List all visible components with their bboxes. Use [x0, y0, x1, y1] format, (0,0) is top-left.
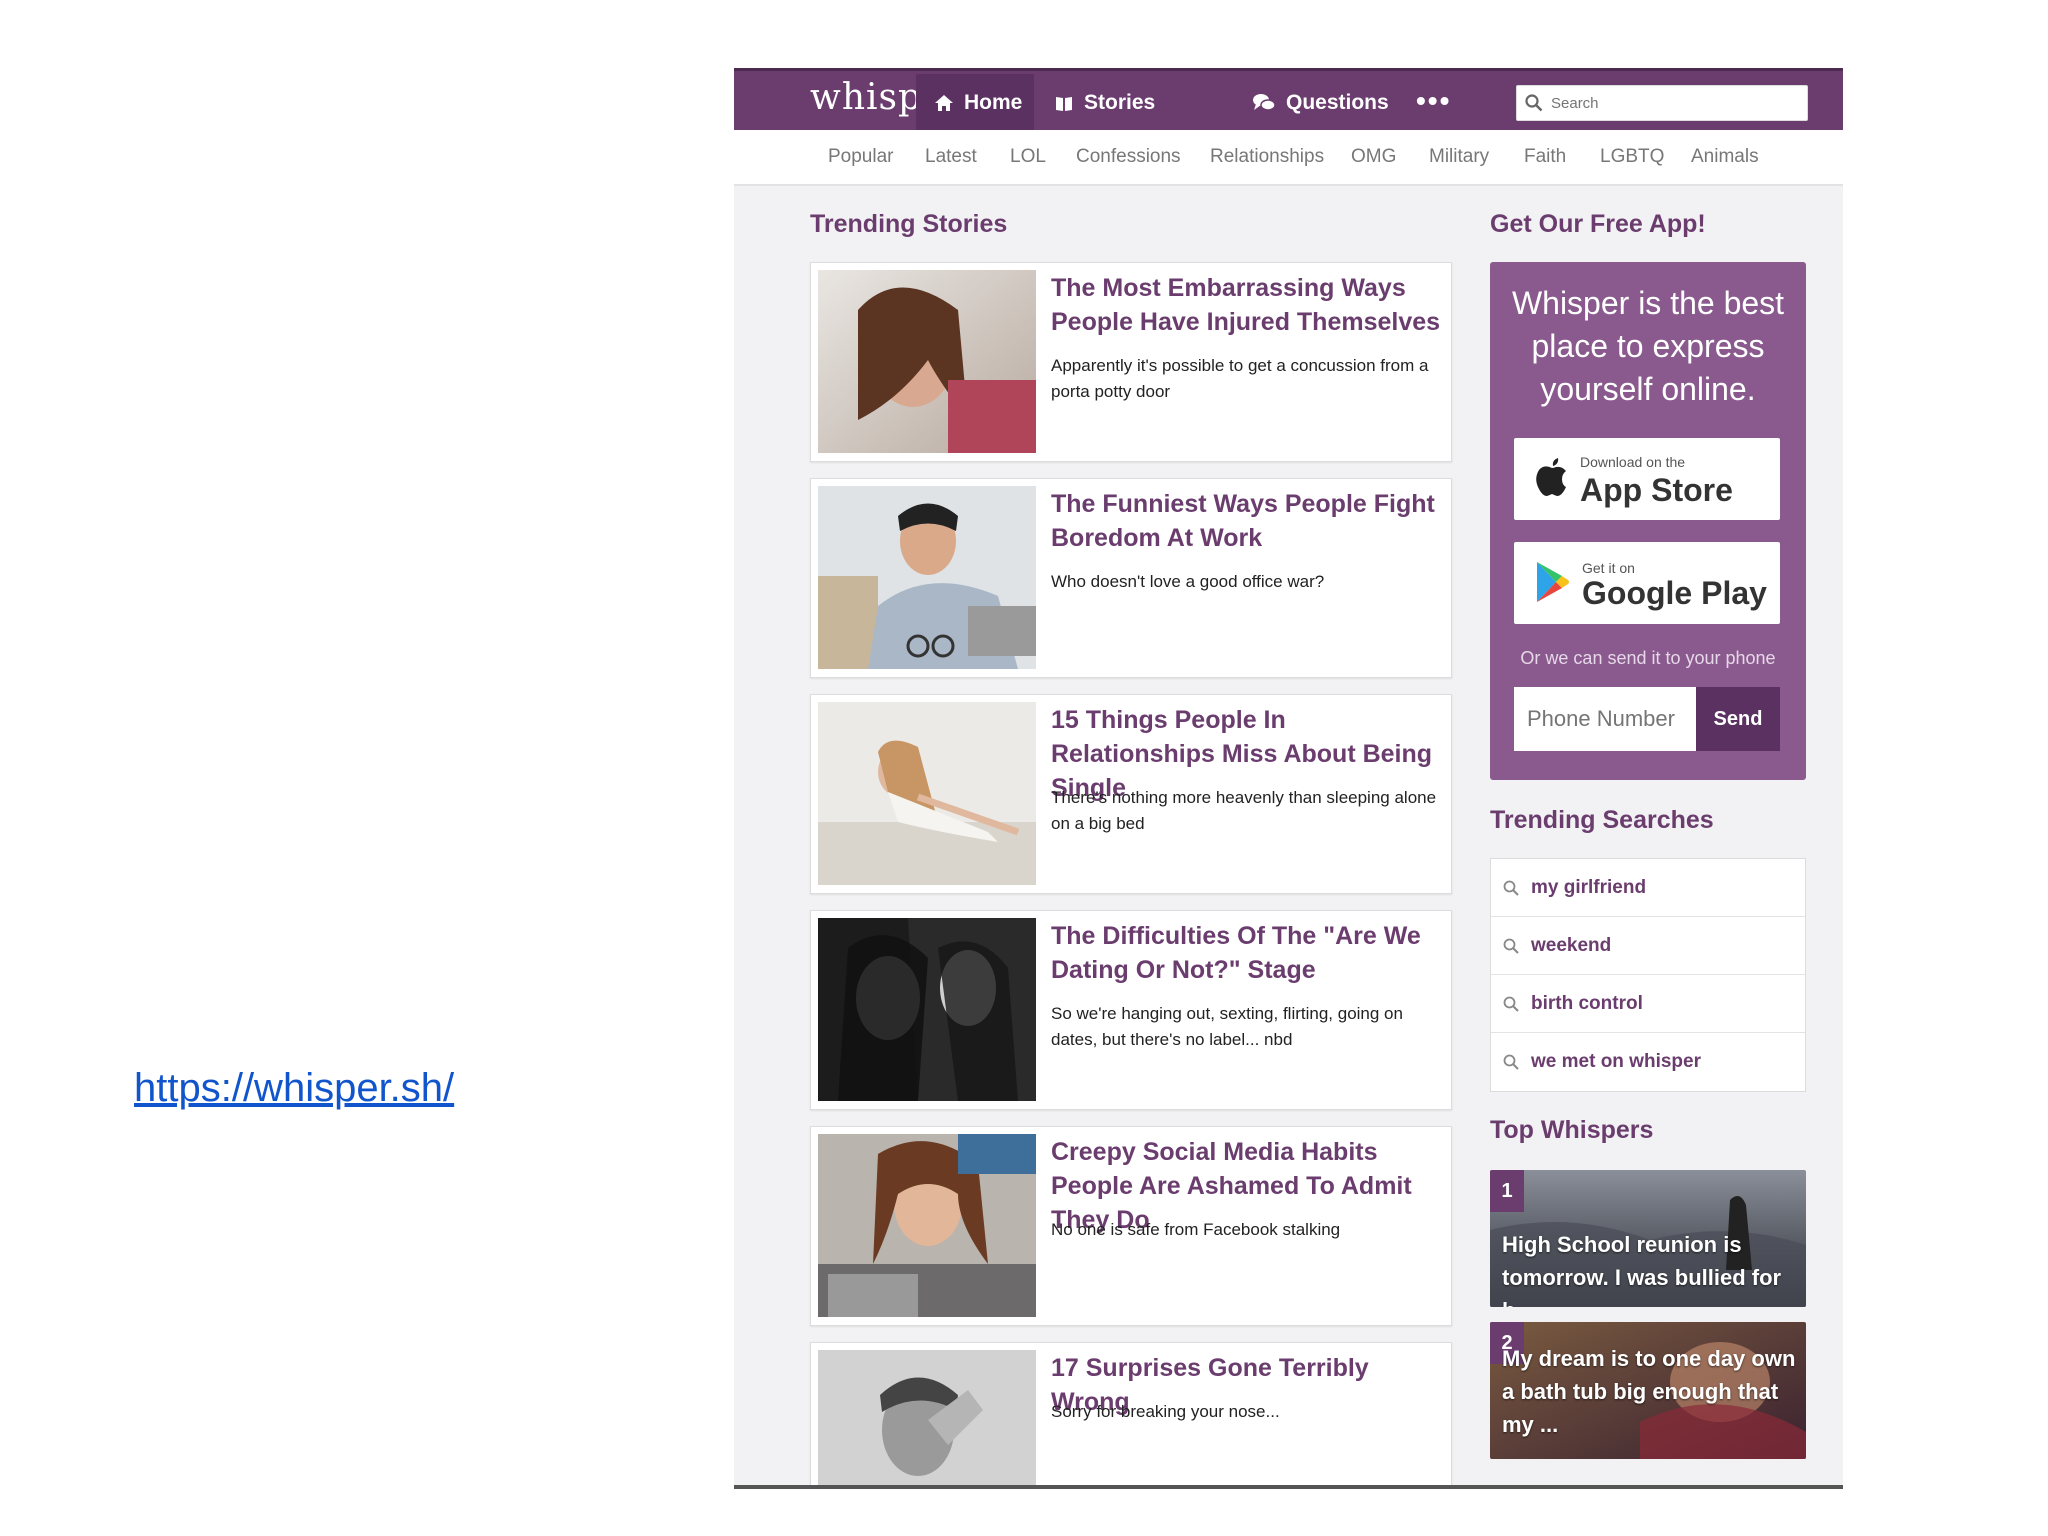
- search-box[interactable]: [1516, 85, 1808, 121]
- story-card[interactable]: The Difficulties Of The "Are We Dating O…: [810, 910, 1452, 1110]
- search-icon: [1503, 938, 1519, 954]
- story-thumbnail: [818, 1350, 1036, 1485]
- category-bar: Popular Latest LOL Confessions Relations…: [734, 130, 1843, 186]
- story-title[interactable]: The Funniest Ways People Fight Boredom A…: [1051, 487, 1441, 555]
- google-play-icon: [1537, 562, 1569, 602]
- category-lgbtq[interactable]: LGBTQ: [1600, 146, 1664, 168]
- trending-search-label: weekend: [1531, 934, 1612, 956]
- send-to-phone-text: Or we can send it to your phone: [1520, 648, 1776, 668]
- story-card[interactable]: The Most Embarrassing Ways People Have I…: [810, 262, 1452, 462]
- phone-number-input[interactable]: [1514, 687, 1696, 751]
- google-play-small-text: Get it on: [1582, 560, 1635, 576]
- trending-search-label: my girlfriend: [1531, 876, 1647, 898]
- story-description: Who doesn't love a good office war?: [1051, 572, 1325, 591]
- app-store-button[interactable]: Download on the App Store: [1514, 438, 1780, 520]
- category-military[interactable]: Military: [1429, 146, 1489, 168]
- top-whispers-heading: Top Whispers: [1490, 1116, 1654, 1144]
- app-promo-headline: Whisper is the best place to express you…: [1511, 285, 1785, 407]
- story-thumbnail: [818, 1134, 1036, 1317]
- story-thumbnail: [818, 486, 1036, 669]
- trending-searches-heading: Trending Searches: [1490, 806, 1714, 834]
- search-input[interactable]: [1549, 93, 1793, 113]
- app-promo-box: Whisper is the best place to express you…: [1490, 262, 1806, 780]
- trending-search-item[interactable]: my girlfriend: [1491, 859, 1805, 917]
- nav-tab-stories[interactable]: Stories: [1054, 74, 1155, 131]
- story-description: Apparently it's possible to get a concus…: [1051, 356, 1429, 401]
- app-store-small-text: Download on the: [1580, 454, 1686, 470]
- story-description: No one is safe from Facebook stalking: [1051, 1220, 1341, 1239]
- chat-bubbles-icon: [1253, 93, 1276, 111]
- app-store-big-text: App Store: [1580, 472, 1733, 508]
- whisper-screenshot: whisper Home Stories Questions ••• Popul…: [734, 68, 1843, 1489]
- category-popular[interactable]: Popular: [828, 146, 894, 168]
- category-animals[interactable]: Animals: [1691, 146, 1759, 168]
- nav-tab-questions[interactable]: Questions: [1252, 74, 1389, 131]
- google-play-big-text: Google Play: [1582, 575, 1767, 611]
- get-app-heading: Get Our Free App!: [1490, 210, 1706, 238]
- trending-search-label: birth control: [1531, 992, 1643, 1014]
- top-whisper-card[interactable]: 1 High School reunion is tomorrow. I was…: [1490, 1170, 1806, 1307]
- story-card[interactable]: The Funniest Ways People Fight Boredom A…: [810, 478, 1452, 678]
- whisper-text: High School reunion is tomorrow. I was b…: [1502, 1232, 1782, 1307]
- more-menu-icon[interactable]: •••: [1416, 85, 1451, 117]
- trending-search-item[interactable]: birth control: [1491, 975, 1805, 1033]
- google-play-button[interactable]: Get it on Google Play: [1514, 542, 1780, 624]
- nav-tab-label: Home: [964, 90, 1023, 114]
- nav-tab-label: Questions: [1286, 90, 1389, 114]
- nav-tab-home[interactable]: Home: [916, 74, 1034, 131]
- category-lol[interactable]: LOL: [1010, 146, 1046, 168]
- trending-search-item[interactable]: we met on whisper: [1491, 1033, 1805, 1090]
- top-nav-bar: whisper Home Stories Questions •••: [734, 68, 1843, 131]
- send-button[interactable]: Send: [1696, 687, 1780, 751]
- story-description: There's nothing more heavenly than sleep…: [1051, 788, 1437, 833]
- apple-icon: [1536, 458, 1566, 496]
- story-title[interactable]: The Most Embarrassing Ways People Have I…: [1051, 271, 1441, 339]
- search-icon: [1525, 94, 1543, 112]
- story-card[interactable]: Creepy Social Media Habits People Are As…: [810, 1126, 1452, 1326]
- trending-searches-list: my girlfriend weekend birth control we m…: [1490, 858, 1806, 1092]
- home-icon: [935, 94, 953, 111]
- trending-search-label: we met on whisper: [1531, 1050, 1701, 1072]
- trending-stories-heading: Trending Stories: [810, 210, 1008, 238]
- top-whisper-card[interactable]: 2 My dream is to one day own a bath tub …: [1490, 1322, 1806, 1459]
- trending-search-item[interactable]: weekend: [1491, 917, 1805, 975]
- whisper-rank: 1: [1490, 1170, 1524, 1212]
- story-thumbnail: [818, 270, 1036, 453]
- story-description: So we're hanging out, sexting, flirting,…: [1051, 1004, 1403, 1049]
- whisper-text: My dream is to one day own a bath tub bi…: [1502, 1346, 1796, 1437]
- story-card[interactable]: 17 Surprises Gone Terribly Wrong Sorry f…: [810, 1342, 1452, 1485]
- category-faith[interactable]: Faith: [1524, 146, 1566, 168]
- book-icon: [1056, 96, 1072, 111]
- category-confessions[interactable]: Confessions: [1076, 146, 1181, 168]
- story-thumbnail: [818, 702, 1036, 885]
- category-relationships[interactable]: Relationships: [1210, 146, 1324, 168]
- search-icon: [1503, 996, 1519, 1012]
- search-icon: [1503, 1054, 1519, 1070]
- story-thumbnail: [818, 918, 1036, 1101]
- story-description: Sorry for breaking your nose...: [1051, 1402, 1280, 1421]
- story-card[interactable]: 15 Things People In Relationships Miss A…: [810, 694, 1452, 894]
- category-latest[interactable]: Latest: [925, 146, 977, 168]
- whisper-url-link[interactable]: https://whisper.sh/: [134, 1066, 454, 1111]
- nav-tab-label: Stories: [1084, 90, 1156, 114]
- search-icon: [1503, 880, 1519, 896]
- story-title[interactable]: The Difficulties Of The "Are We Dating O…: [1051, 919, 1441, 987]
- category-omg[interactable]: OMG: [1351, 146, 1396, 168]
